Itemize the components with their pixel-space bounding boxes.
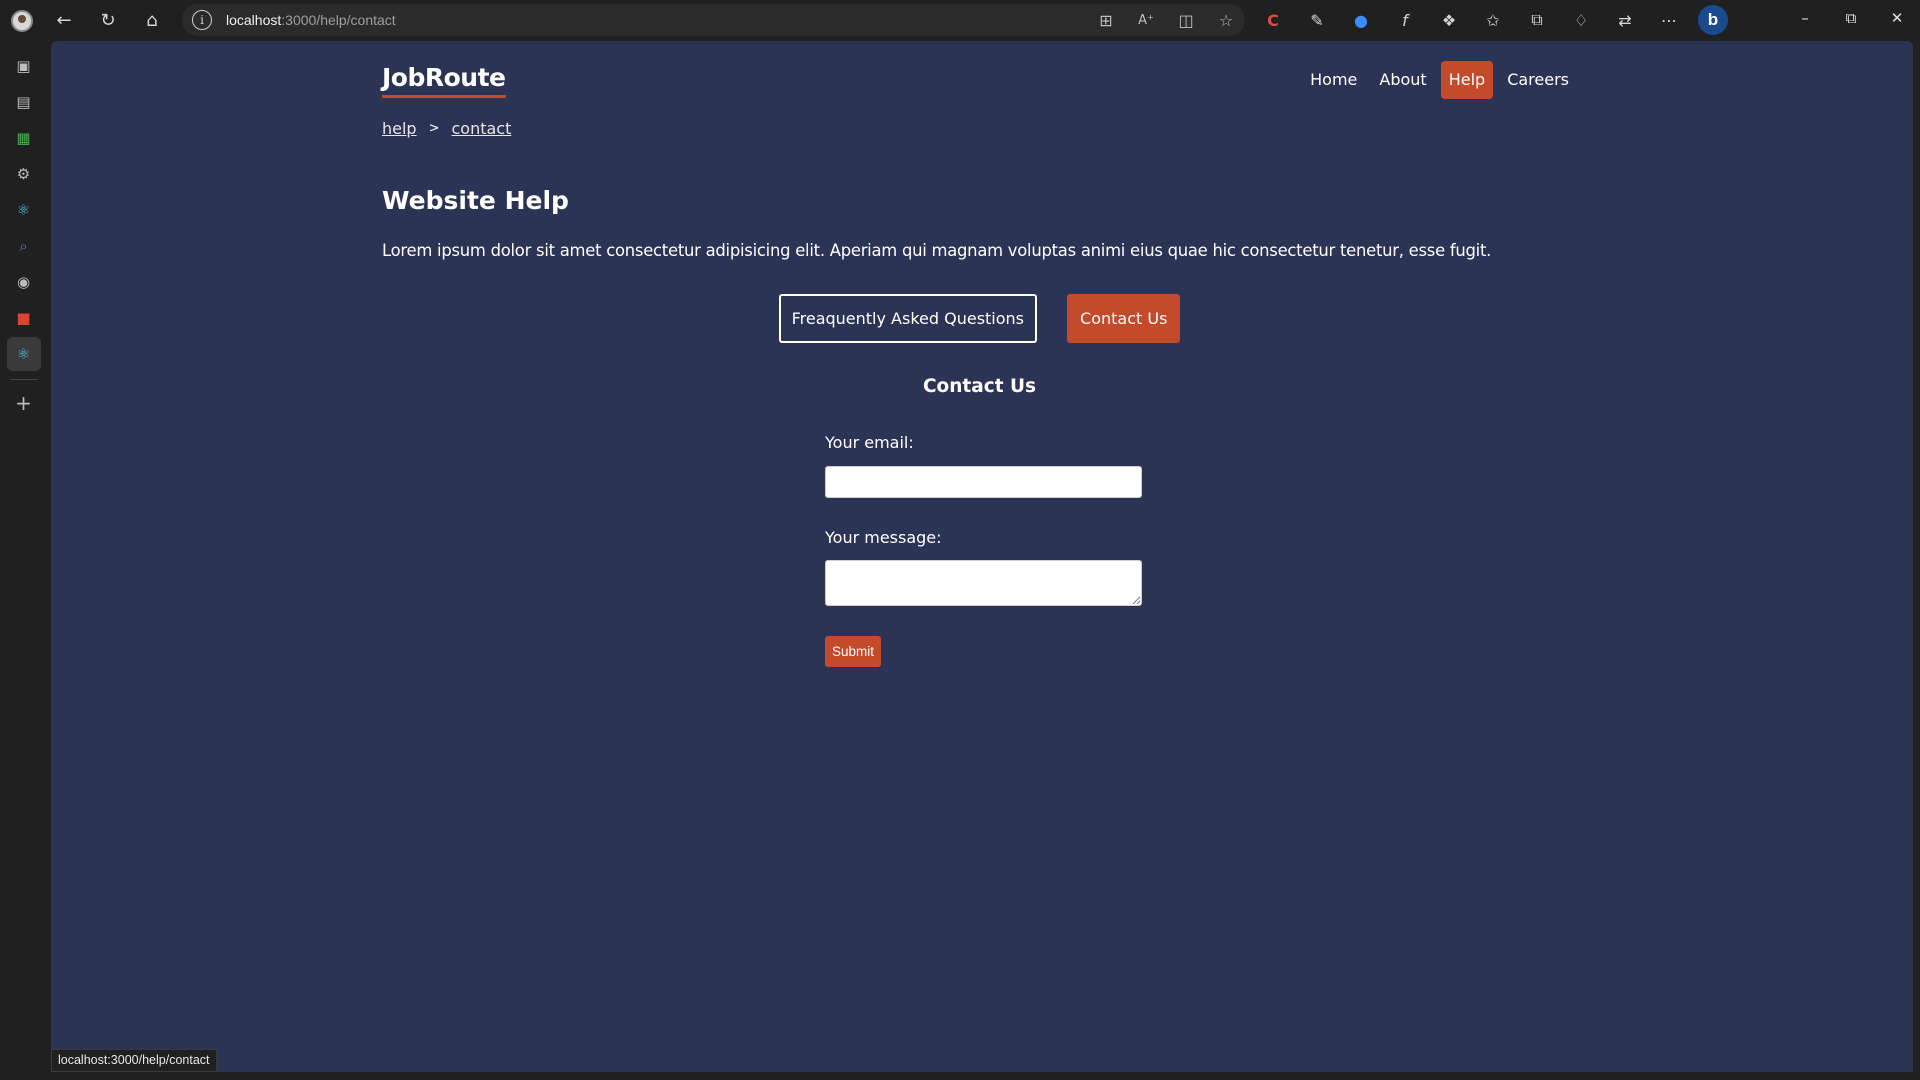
extension-c-icon[interactable]: C (1255, 2, 1291, 38)
browser-sidebar: ▣ ▤ ▦ ⚙ ⚛ ⌕ ◉ ■ ⚛ + (0, 41, 47, 1080)
refresh-icon[interactable]: ↻ (90, 3, 126, 39)
home-icon[interactable]: ⌂ (134, 3, 170, 39)
tab-actions-icon[interactable]: ▣ (7, 49, 41, 83)
extension-pen-icon[interactable]: ✎ (1299, 2, 1335, 38)
page-title: Website Help (382, 186, 569, 215)
message-field[interactable] (825, 560, 1142, 606)
help-description: Lorem ipsum dolor sit amet consectetur a… (382, 241, 1492, 260)
page-container: JobRoute Home About Help Careers help > … (382, 41, 1577, 1072)
viewport-bottom-edge (51, 1072, 1913, 1080)
page-viewport: JobRoute Home About Help Careers help > … (51, 41, 1913, 1072)
help-buttons: Freaquently Asked Questions Contact Us (382, 294, 1577, 343)
split-screen-icon[interactable]: ◫ (1171, 2, 1201, 38)
minimize-icon[interactable]: – (1782, 0, 1828, 36)
extension-fx-icon[interactable]: f (1387, 2, 1423, 38)
extension-shazam-icon[interactable]: ● (1343, 2, 1379, 38)
contact-section-title: Contact Us (922, 376, 1037, 397)
app-available-icon[interactable]: ⊞ (1091, 2, 1121, 38)
address-bar[interactable]: i localhost:3000/help/contact ⊞ A⁺ ◫ ☆ (182, 4, 1245, 36)
nav-about-link[interactable]: About (1371, 61, 1434, 99)
nav-help-link[interactable]: Help (1440, 61, 1494, 99)
profile-avatar[interactable] (4, 3, 40, 39)
favorites-icon[interactable]: ✩ (1475, 2, 1511, 38)
contact-form: Your email: Your message: Submit (825, 431, 1142, 667)
email-field[interactable] (825, 466, 1142, 498)
message-label: Your message: (825, 528, 942, 547)
breadcrumb-help-link[interactable]: help (382, 119, 417, 138)
main-nav: Home About Help Careers (1302, 61, 1577, 99)
browser-essentials-icon[interactable]: ♢ (1563, 2, 1599, 38)
close-icon[interactable]: ✕ (1874, 0, 1920, 36)
extensions-puzzle-icon[interactable]: ❖ (1431, 2, 1467, 38)
email-label: Your email: (825, 433, 914, 452)
more-menu-icon[interactable]: ⋯ (1651, 2, 1687, 38)
restore-icon[interactable]: ⧉ (1828, 0, 1874, 36)
red-tab-icon[interactable]: ■ (7, 301, 41, 335)
favorite-star-icon[interactable]: ☆ (1211, 2, 1241, 38)
breadcrumb: help > contact (382, 119, 511, 138)
react-tab-icon[interactable]: ⚛ (7, 193, 41, 227)
faq-button[interactable]: Freaquently Asked Questions (778, 294, 1038, 343)
url-text[interactable]: localhost:3000/help/contact (226, 12, 396, 28)
breadcrumb-separator: > (428, 121, 440, 136)
submit-button[interactable]: Submit (825, 636, 882, 667)
read-aloud-icon[interactable]: A⁺ (1131, 2, 1161, 38)
status-bar-url: localhost:3000/help/contact (51, 1049, 217, 1072)
collections-icon[interactable]: ⧉ (1519, 2, 1555, 38)
tab-page-icon[interactable]: ▤ (7, 85, 41, 119)
microsoft-tab-icon[interactable]: ▦ (7, 121, 41, 155)
nav-home-link[interactable]: Home (1302, 61, 1365, 99)
react-active-tab-icon[interactable]: ⚛ (6, 337, 41, 371)
new-tab-plus-icon[interactable]: + (7, 386, 41, 420)
contact-us-button[interactable]: Contact Us (1067, 294, 1181, 343)
share-icon[interactable]: ⇄ (1607, 2, 1643, 38)
search-tab-icon[interactable]: ⌕ (7, 229, 41, 263)
extensions-bar: C ✎ ● f ❖ ✩ ⧉ ♢ ⇄ ⋯ b (1255, 2, 1731, 38)
back-icon[interactable]: ← (46, 3, 82, 39)
site-logo[interactable]: JobRoute (382, 63, 506, 98)
window-controls: – ⧉ ✕ (1782, 0, 1920, 36)
copilot-icon[interactable]: b (1695, 2, 1731, 38)
site-info-icon[interactable]: i (192, 10, 212, 30)
settings-tab-icon[interactable]: ⚙ (7, 157, 41, 191)
breadcrumb-contact-link[interactable]: contact (452, 119, 512, 138)
github-tab-icon[interactable]: ◉ (7, 265, 41, 299)
nav-careers-link[interactable]: Careers (1499, 61, 1577, 99)
sidebar-divider (9, 379, 38, 380)
